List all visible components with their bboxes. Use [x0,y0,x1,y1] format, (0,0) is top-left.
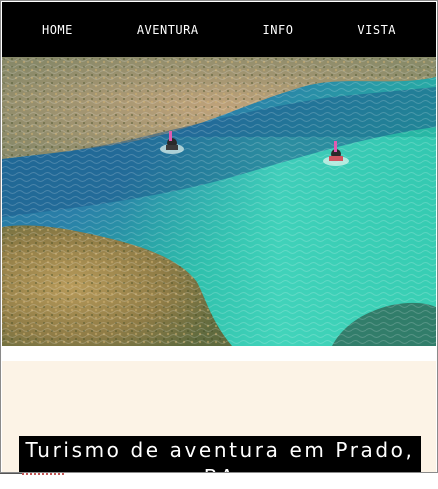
nav-item-info[interactable]: INFO [259,17,298,43]
content-section: Turismo de aventura em Prado, BA [2,361,436,473]
browser-viewport: HOME AVENTURA INFO VISTA Turismo de aven… [0,0,438,473]
section-divider [2,346,436,361]
nav-item-home[interactable]: HOME [38,17,77,43]
page-title: Turismo de aventura em Prado, BA [19,436,421,473]
top-navigation: HOME AVENTURA INFO VISTA [2,2,436,57]
spellcheck-underline [22,473,64,475]
nav-item-aventura[interactable]: AVENTURA [133,17,203,43]
hero-image [2,57,436,346]
window-bottom-edge [0,472,438,489]
snorkeling-reef-photo [2,57,436,346]
nav-item-vista[interactable]: VISTA [353,17,400,43]
